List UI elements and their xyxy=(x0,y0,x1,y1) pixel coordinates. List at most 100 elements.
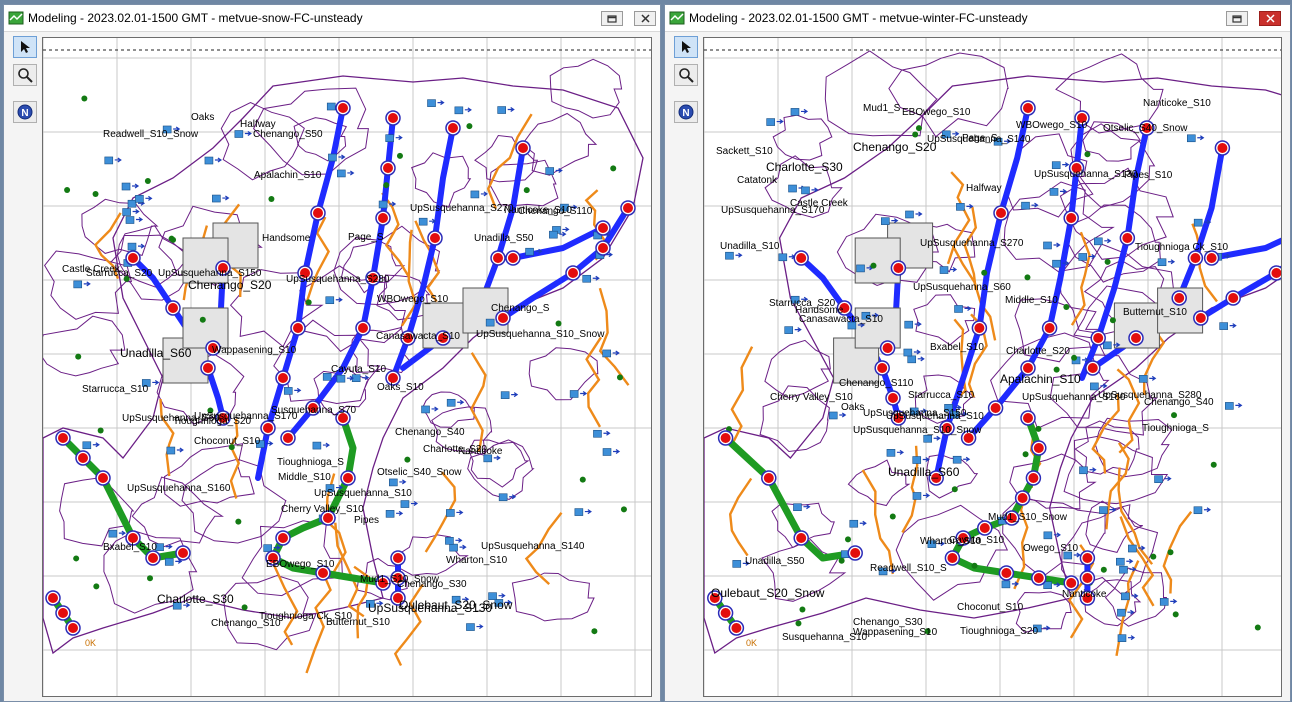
flow-arrow-icon xyxy=(1203,507,1212,513)
sink-dot xyxy=(912,131,919,138)
flow-arrow-icon xyxy=(455,537,463,543)
sink-dot xyxy=(591,628,598,635)
junction-marker xyxy=(882,343,893,353)
sink-dot xyxy=(93,583,100,590)
element-label: Apalachin_S10 xyxy=(254,170,322,181)
element-label: Bxabel_S10 xyxy=(103,542,157,553)
subbasin-outline xyxy=(511,572,595,622)
junction-marker xyxy=(598,223,608,233)
junction-marker xyxy=(1122,233,1133,243)
element-label: Oaks_S10 xyxy=(377,382,424,393)
gage-icon xyxy=(1128,544,1137,553)
gage-icon xyxy=(1049,188,1059,196)
gage-icon xyxy=(121,182,131,191)
model-map-canvas[interactable]: Unadilla_S60 Oaks UpSusquehanna_S280 UpSusq… xyxy=(703,37,1282,697)
restore-button[interactable] xyxy=(601,11,623,26)
gage-icon xyxy=(1043,241,1052,250)
gage-icon xyxy=(905,210,914,219)
select-tool-button[interactable] xyxy=(674,36,698,58)
sink-dot xyxy=(523,187,530,194)
gage-icon xyxy=(312,441,322,450)
flow-arrow-icon xyxy=(933,435,941,441)
gage-icon xyxy=(790,108,800,116)
model-window-winter[interactable]: Modeling - 2023.02.01-1500 GMT - metvue-… xyxy=(664,4,1291,702)
window-titlebar[interactable]: Modeling - 2023.02.01-1500 GMT - metvue-… xyxy=(665,5,1290,32)
gage-icon xyxy=(602,349,612,358)
junction-marker xyxy=(203,363,213,373)
map-toolbar: N xyxy=(671,35,701,697)
orange-stream xyxy=(1116,368,1141,454)
junction-marker xyxy=(1033,443,1044,453)
gage-icon xyxy=(446,398,456,407)
window-titlebar[interactable]: Modeling - 2023.02.01-1500 GMT - metvue-… xyxy=(4,5,660,32)
model-map-canvas[interactable]: Unadilla_S60 Oaks UpSusquehanna_S280 UpSusq… xyxy=(42,37,652,697)
gage-icon xyxy=(449,543,458,552)
sink-dot xyxy=(75,353,82,360)
element-label: Cayuta_S10 xyxy=(331,364,387,375)
element-label: Nanticoke xyxy=(1062,589,1107,600)
close-button[interactable] xyxy=(634,11,656,26)
junction-marker xyxy=(358,323,368,333)
gage-icon xyxy=(778,253,788,262)
flow-value-label: 0K xyxy=(85,638,97,648)
element-label: Owego_S10 xyxy=(1023,543,1079,554)
flow-arrow-icon xyxy=(83,281,91,287)
element-label: UpSusquehanna_S270 xyxy=(410,203,514,214)
sink-dot xyxy=(241,604,248,611)
element-label: UpSusquehanna_S10 xyxy=(314,488,412,499)
flow-arrow-icon xyxy=(132,183,140,189)
model-window-snow[interactable]: Modeling - 2023.02.01-1500 GMT - metvue-… xyxy=(3,4,661,702)
gage-icon xyxy=(122,208,131,216)
select-tool-button[interactable] xyxy=(13,36,37,58)
element-label: Charlotte_S30 xyxy=(157,592,234,606)
subbasin-outline xyxy=(824,50,938,137)
flow-arrow-icon xyxy=(335,297,343,303)
junction-marker xyxy=(1044,323,1055,333)
element-label: Catatonk xyxy=(737,175,778,186)
element-label: UpSusquehanna_S280 xyxy=(286,274,390,285)
gage-icon xyxy=(849,519,859,528)
sink-dot xyxy=(305,299,312,306)
flow-arrow-icon xyxy=(152,379,160,385)
flow-arrow-icon xyxy=(135,217,144,223)
zoom-tool-button[interactable] xyxy=(674,64,698,86)
element-label: UpSusquehanna_S150 xyxy=(158,268,262,279)
element-label: Starrucca_S20 xyxy=(769,298,836,309)
gage-icon xyxy=(828,411,838,420)
junction-marker xyxy=(1028,473,1039,483)
element-label: Butternut_S10 xyxy=(326,617,390,628)
sink-dot xyxy=(1171,412,1178,419)
gage-icon xyxy=(263,544,273,552)
close-button[interactable] xyxy=(1259,11,1281,26)
gage-icon xyxy=(378,200,388,209)
element-label: Canasawacta_S10 xyxy=(376,331,460,342)
gage-icon xyxy=(793,503,802,512)
flow-arrow-icon xyxy=(839,412,847,418)
flow-arrow-icon xyxy=(914,321,922,327)
element-label: Starrucca_S10 xyxy=(908,390,975,401)
restore-button[interactable] xyxy=(1226,11,1248,26)
junction-marker xyxy=(990,403,1001,413)
flow-arrow-icon xyxy=(915,211,923,217)
subbasin-outline xyxy=(421,391,475,428)
gage-icon xyxy=(1219,322,1228,330)
gage-icon xyxy=(1078,253,1088,261)
junction-marker xyxy=(796,253,807,263)
sink-dot xyxy=(610,165,617,172)
gage-icon xyxy=(574,508,584,516)
element-label: UpSusquehanna_S10 xyxy=(886,411,984,422)
element-label: Charlotte_S20 xyxy=(423,444,487,455)
flow-arrow-icon xyxy=(137,243,146,249)
sink-dot xyxy=(1063,304,1070,311)
flow-arrow-icon xyxy=(896,449,905,455)
reservoir-box xyxy=(182,307,229,349)
element-label: Unadilla_S60 xyxy=(888,465,960,479)
element-label: Starrucca_S20 xyxy=(86,268,153,279)
junction-marker xyxy=(78,453,88,463)
element-label: Tioughnioga_S20 xyxy=(960,626,1039,637)
north-arrow-button[interactable]: N xyxy=(13,101,37,123)
zoom-tool-button[interactable] xyxy=(13,64,37,86)
flow-arrow-icon xyxy=(322,442,330,448)
north-arrow-button[interactable]: N xyxy=(674,101,698,123)
gage-icon xyxy=(470,190,480,199)
